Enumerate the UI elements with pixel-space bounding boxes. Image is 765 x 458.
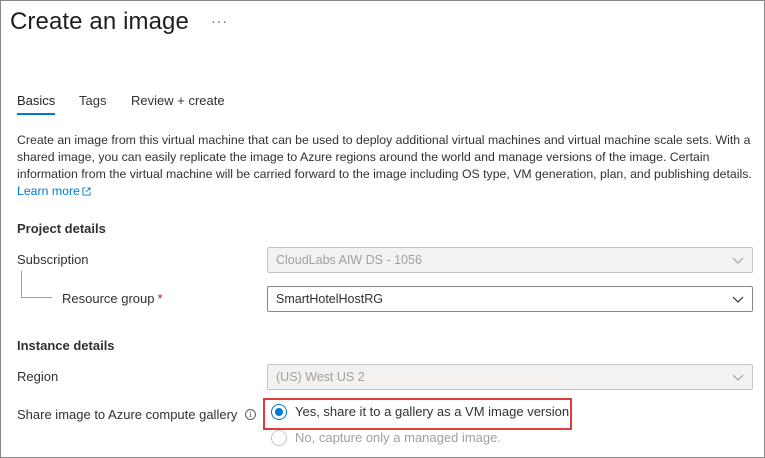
tab-tags[interactable]: Tags <box>79 93 106 114</box>
resource-group-label-text: Resource group <box>62 291 155 306</box>
description-text: Create an image from this virtual machin… <box>17 133 752 181</box>
more-options-icon[interactable]: ··· <box>211 13 228 29</box>
learn-more-label: Learn more <box>17 184 80 198</box>
instance-details-heading: Instance details <box>17 338 115 353</box>
resource-group-value: SmartHotelHostRG <box>276 292 383 306</box>
description: Create an image from this virtual machin… <box>17 132 757 200</box>
project-details-heading: Project details <box>17 221 106 236</box>
learn-more-link[interactable]: Learn more <box>17 184 91 198</box>
radio-button-disabled <box>271 430 287 446</box>
region-dropdown: (US) West US 2 <box>267 364 753 390</box>
required-marker: * <box>157 291 163 306</box>
share-gallery-label: Share image to Azure compute gallery <box>17 407 238 422</box>
radio-share-yes-label: Yes, share it to a gallery as a VM image… <box>295 404 573 419</box>
chevron-down-icon <box>732 257 744 264</box>
region-label: Region <box>17 369 59 384</box>
tab-basics[interactable]: Basics <box>17 93 56 115</box>
subscription-label: Subscription <box>17 252 89 267</box>
tab-review-create[interactable]: Review + create <box>131 93 225 114</box>
tree-connector-horizontal <box>21 297 52 298</box>
region-value: (US) West US 2 <box>276 370 365 384</box>
tree-connector-vertical <box>21 271 22 297</box>
resource-group-label: Resource group * <box>62 291 163 306</box>
page-title: Create an image <box>10 8 189 35</box>
subscription-dropdown: CloudLabs AIW DS - 1056 <box>267 247 753 273</box>
resource-group-dropdown[interactable]: SmartHotelHostRG <box>267 286 753 312</box>
radio-button-selected[interactable] <box>271 404 287 420</box>
chevron-down-icon <box>732 296 744 303</box>
create-image-blade: Create an image ··· Basics Tags Review +… <box>0 0 765 458</box>
chevron-down-icon <box>732 374 744 381</box>
info-icon[interactable]: i <box>245 409 256 420</box>
external-link-icon <box>82 187 91 196</box>
subscription-value: CloudLabs AIW DS - 1056 <box>276 253 422 267</box>
radio-share-no-label: No, capture only a managed image. <box>295 430 501 445</box>
